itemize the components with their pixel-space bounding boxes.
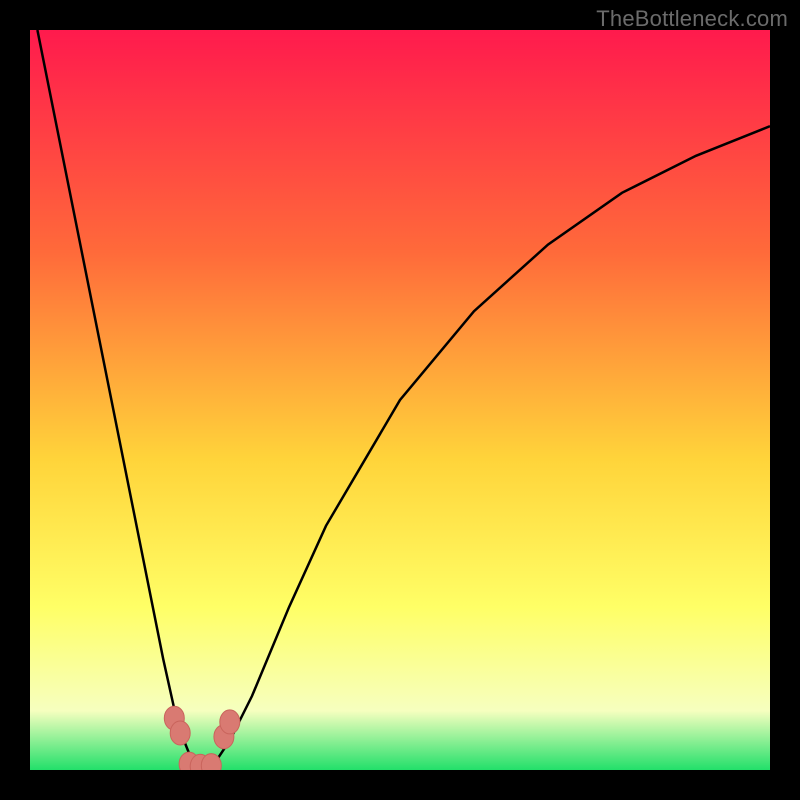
- chart-frame: TheBottleneck.com: [0, 0, 800, 800]
- bottleneck-curve: [37, 30, 770, 770]
- plot-area: [30, 30, 770, 770]
- curve-markers: [164, 706, 240, 770]
- curve-layer: [30, 30, 770, 770]
- watermark-text: TheBottleneck.com: [596, 6, 788, 32]
- curve-marker: [220, 710, 240, 734]
- curve-marker: [170, 721, 190, 745]
